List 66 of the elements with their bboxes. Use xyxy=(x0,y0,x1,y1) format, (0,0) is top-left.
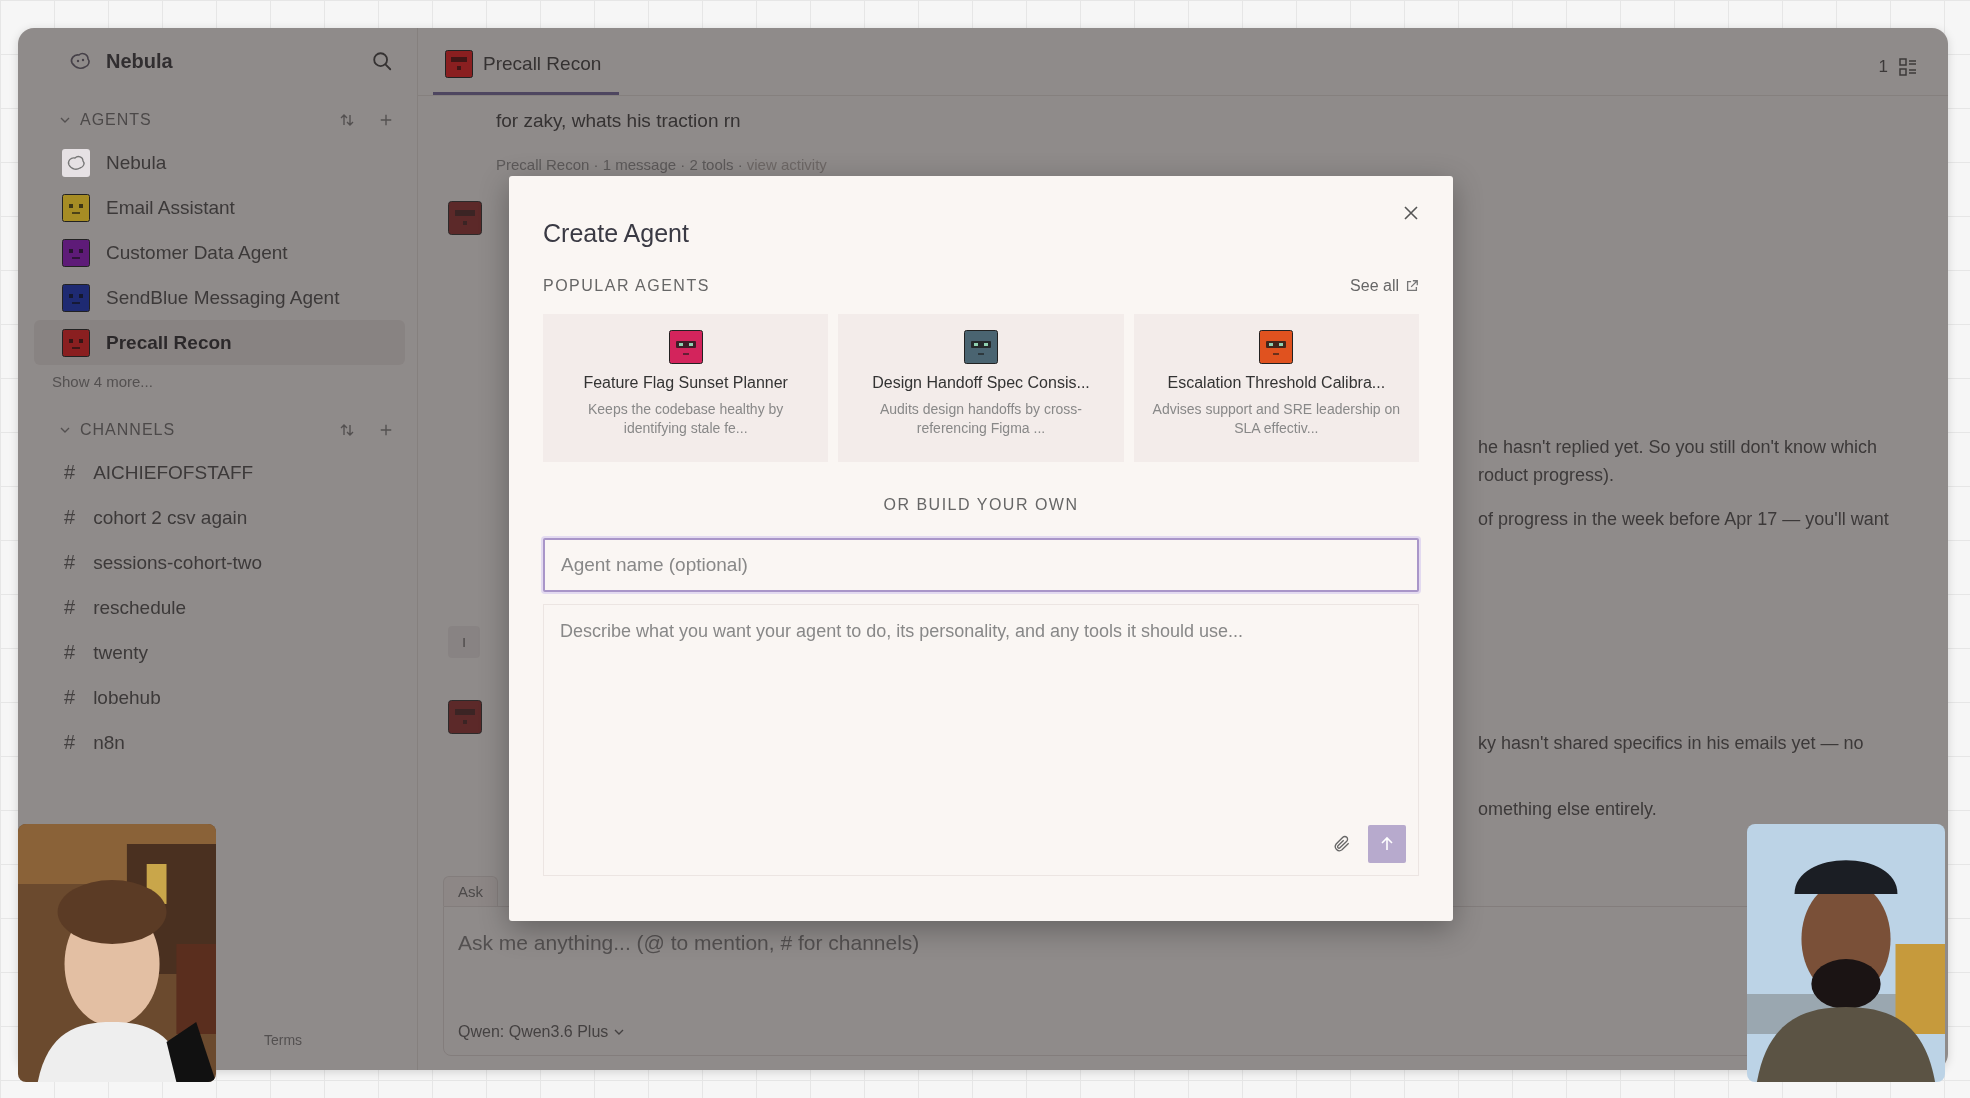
show-more-link[interactable]: Show 4 more... xyxy=(34,365,153,390)
hash-sign: # xyxy=(64,551,76,574)
close-icon[interactable] xyxy=(1403,205,1419,221)
section-title: POPULAR AGENTS xyxy=(543,277,710,295)
sort-icon[interactable] xyxy=(339,422,355,438)
agent-item[interactable]: Customer Data Agent xyxy=(34,230,405,275)
panel-count: 1 xyxy=(1878,57,1888,77)
channel-item[interactable]: cohort 2 csv again xyxy=(93,506,248,529)
chevron-icon[interactable] xyxy=(60,115,70,125)
agent-name: Design Handoff Spec Consis... xyxy=(872,374,1090,392)
agent-description: Keeps the codebase healthy by identifying stale fe... xyxy=(586,400,785,438)
hash-sign: # xyxy=(64,731,76,754)
agent-card[interactable]: Design Handoff Spec Consis... Audits design handoffs by cross-referencing Figma ... xyxy=(838,314,1124,462)
model-selector[interactable]: Qwen: Qwen3.6 Plus xyxy=(458,1023,625,1041)
divider-label: OR BUILD YOUR OWN xyxy=(883,496,1079,514)
channel-item[interactable]: n8n xyxy=(93,731,125,754)
arrow-up-icon xyxy=(1379,836,1395,852)
sort-icon[interactable] xyxy=(339,112,355,128)
hash-sign: # xyxy=(64,686,76,709)
agent-item[interactable]: Precall Recon xyxy=(34,320,405,365)
paperclip-icon[interactable] xyxy=(1332,834,1352,854)
agent-name: Escalation Threshold Calibra... xyxy=(1167,374,1386,392)
hash-sign: # xyxy=(64,596,76,619)
agent-name: Feature Flag Sunset Planner xyxy=(583,374,788,392)
message-text: omething else entirely. xyxy=(1478,798,1658,820)
send-button[interactable] xyxy=(1368,825,1406,863)
agent-card[interactable]: Escalation Threshold Calibra... Advises support and SRE leadership on SLA effectiv... xyxy=(1133,314,1419,462)
ask-tab[interactable]: Ask xyxy=(443,876,498,906)
caret-icon xyxy=(614,1027,625,1037)
message-text: of progress in the week before Apr 17 — you'll want xyxy=(1478,508,1890,530)
hash-sign: # xyxy=(64,461,76,484)
cloud-face-icon xyxy=(62,148,90,177)
app-name: Nebula xyxy=(106,49,174,73)
section-title: AGENTS xyxy=(80,111,153,129)
plus-icon[interactable] xyxy=(379,423,393,437)
robot-face-icon xyxy=(448,201,482,235)
hash-sign: # xyxy=(64,641,76,664)
section-title: CHANNELS xyxy=(80,421,177,439)
see-all-link[interactable]: See all xyxy=(1350,277,1419,295)
channel-item[interactable]: twenty xyxy=(93,641,149,664)
chat-tab[interactable]: Precall Recon xyxy=(433,50,620,95)
agent-item[interactable]: Email Assistant xyxy=(34,185,405,230)
agent-item[interactable]: Nebula xyxy=(34,140,405,185)
hash-sign: # xyxy=(64,506,76,529)
channel-item[interactable]: sessions-cohort-two xyxy=(93,551,263,574)
agent-card[interactable]: Feature Flag Sunset Planner Keeps the codebase healthy by identifying stale fe... xyxy=(543,314,829,462)
list-layout-icon[interactable] xyxy=(1898,57,1918,77)
robot-face-icon xyxy=(448,700,482,734)
message-text: ky hasn't shared specifics in his emails yet — no xyxy=(1478,733,1865,754)
channel-item[interactable]: reschedule xyxy=(93,596,187,619)
channel-item[interactable]: lobehub xyxy=(93,686,161,709)
message-text: for zaky, whats his traction rn xyxy=(496,110,741,132)
agent-description: Audits design handoffs by cross-referencing Figma ... xyxy=(878,400,1083,438)
agent-name-field[interactable]: Agent name (optional) xyxy=(543,538,1419,592)
agent-item[interactable]: SendBlue Messaging Agent xyxy=(34,275,405,320)
search-icon[interactable] xyxy=(371,50,393,72)
footer-link[interactable]: Terms xyxy=(264,1032,303,1048)
message-text: he hasn't replied yet. So you still don't know which xyxy=(1478,436,1879,458)
external-link-icon xyxy=(1405,279,1419,293)
channel-item[interactable]: AICHIEFOFSTAFF xyxy=(93,461,254,484)
dialog-title: Create Agent xyxy=(543,218,689,248)
agent-description: Advises support and SRE leadership on SLA effectiv... xyxy=(1151,400,1402,438)
message-text: roduct progress). xyxy=(1478,464,1616,486)
description-field[interactable]: Describe what you want your agent to do, its personality, and any tools it should use... xyxy=(543,604,1419,876)
chevron-icon[interactable] xyxy=(60,425,70,435)
plus-icon[interactable] xyxy=(379,113,393,127)
